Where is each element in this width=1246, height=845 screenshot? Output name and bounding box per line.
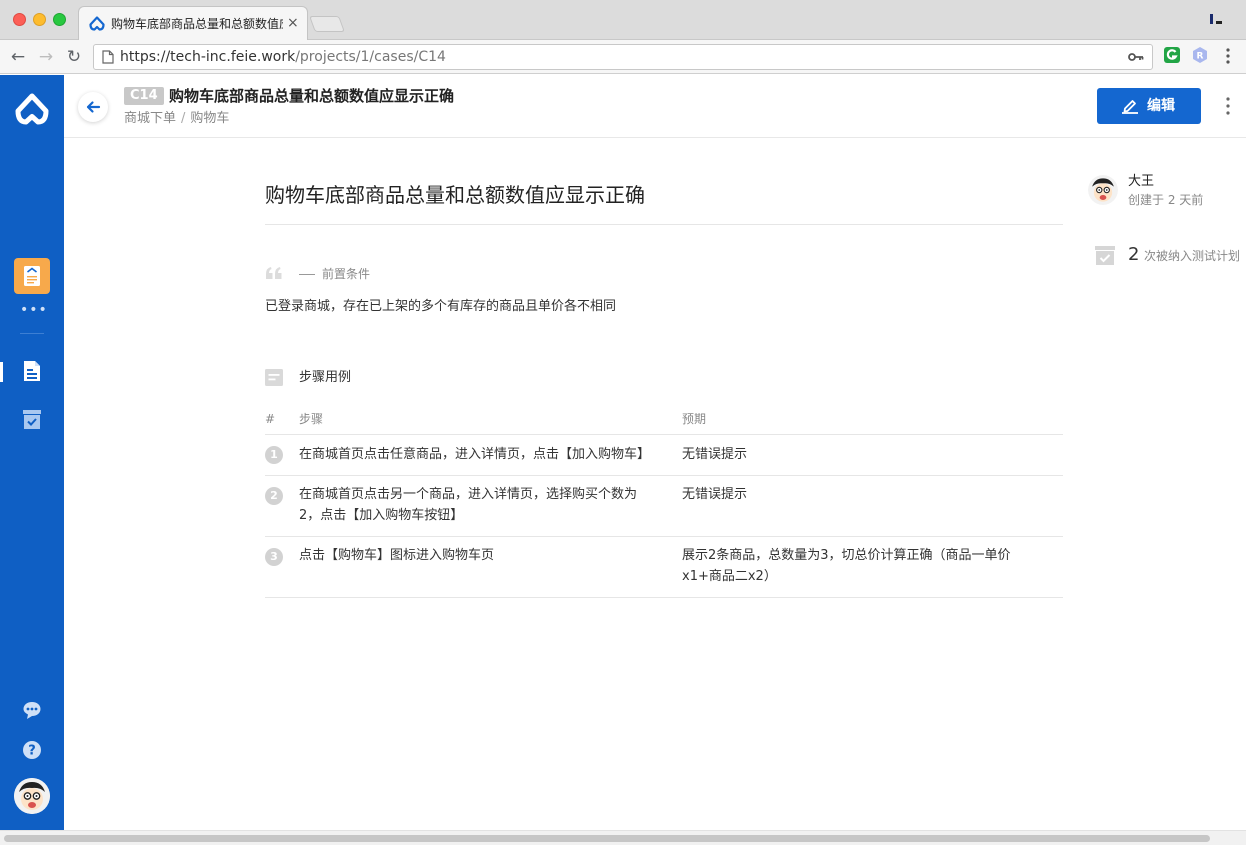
author-name: 大王 — [1128, 174, 1155, 189]
test-plan-icon[interactable] — [22, 408, 42, 430]
extension-r-icon[interactable]: R — [1191, 46, 1209, 64]
edit-button[interactable]: 编辑 — [1097, 88, 1201, 124]
chat-icon[interactable] — [22, 700, 42, 720]
tab-favicon-icon — [89, 16, 105, 31]
author-face-icon — [1088, 175, 1118, 205]
reload-icon[interactable]: ↻ — [64, 47, 84, 67]
breadcrumb-item-module[interactable]: 商城下单 — [124, 111, 176, 126]
horizontal-scrollbar[interactable] — [0, 830, 1246, 845]
breadcrumb-item-submodule[interactable]: 购物车 — [190, 111, 229, 126]
steps-table: # 步骤 预期 1 在商城首页点击任意商品，进入详情页，点击【加入购物车】 无错… — [265, 405, 1063, 598]
scrollbar-thumb[interactable] — [4, 835, 1210, 842]
url-text: https://tech-inc.feie.work/projects/1/ca… — [120, 49, 446, 66]
precondition-dash — [299, 274, 315, 275]
page-icon — [102, 50, 114, 64]
step-number: 2 — [265, 487, 283, 505]
step-expected: 展示2条商品，总数量为3，切总价计算正确（商品一单价x1+商品二x2） — [682, 548, 1011, 584]
table-row: 1 在商城首页点击任意商品，进入详情页，点击【加入购物车】 无错误提示 — [265, 435, 1063, 476]
breadcrumb: 商城下单 / 购物车 — [124, 110, 229, 128]
browser-toolbar: ← → ↻ https://tech-inc.feie.work/project… — [0, 40, 1246, 74]
quote-icon — [266, 267, 282, 279]
steps-table-header: # 步骤 预期 — [265, 405, 1063, 435]
header-num: # — [265, 412, 276, 426]
help-icon[interactable]: ? — [22, 740, 42, 760]
title-divider — [265, 224, 1063, 225]
active-indicator — [0, 362, 3, 382]
header-step: 步骤 — [299, 412, 324, 426]
key-icon[interactable] — [1128, 51, 1144, 63]
test-plan-count-icon — [1095, 246, 1115, 265]
case-header: C14 购物车底部商品总量和总额数值应显示正确 商城下单 / 购物车 编辑 — [64, 75, 1246, 138]
url-path: /projects/1/cases/C14 — [295, 49, 446, 65]
table-row: 2 在商城首页点击另一个商品，进入详情页，选择购买个数为2，点击【加入购物车按钮… — [265, 476, 1063, 537]
step-text: 在商城首页点击另一个商品，进入详情页，选择购买个数为2，点击【加入购物车按钮】 — [299, 487, 638, 523]
case-title: 购物车底部商品总量和总额数值应显示正确 — [265, 183, 645, 207]
steps-label: 步骤用例 — [299, 370, 352, 385]
sidebar-divider — [20, 333, 44, 334]
window-zoom-button[interactable] — [53, 13, 66, 26]
author-avatar — [1088, 175, 1118, 205]
step-number: 3 — [265, 548, 283, 566]
plan-count-label: 次被纳入测试计划 — [1144, 249, 1241, 263]
step-expected: 无错误提示 — [682, 447, 748, 462]
url-host: https://tech-inc.feie.work — [120, 49, 296, 65]
avatar-face-icon — [14, 778, 50, 814]
case-list-icon[interactable] — [22, 360, 42, 382]
step-expected: 无错误提示 — [682, 487, 748, 502]
logo-icon[interactable] — [14, 93, 50, 125]
back-button[interactable] — [78, 92, 108, 122]
profile-indicator-icon — [1210, 14, 1222, 24]
project-icon[interactable] — [14, 258, 50, 294]
tab-title: 购物车底部商品总量和总额数值应显示正确 — [111, 17, 283, 31]
window-minimize-button[interactable] — [33, 13, 46, 26]
step-text: 在商城首页点击任意商品，进入详情页，点击【加入购物车】 — [299, 447, 651, 462]
step-text: 点击【购物车】图标进入购物车页 — [299, 548, 495, 563]
address-bar[interactable]: https://tech-inc.feie.work/projects/1/ca… — [93, 44, 1153, 70]
plan-count: 2 — [1128, 244, 1140, 265]
forward-icon[interactable]: → — [36, 47, 56, 67]
svg-text:R: R — [1197, 52, 1204, 62]
tab-close-icon[interactable]: × — [287, 15, 299, 31]
new-tab-button[interactable] — [309, 16, 345, 32]
window-close-button[interactable] — [13, 13, 26, 26]
created-time: 创建于 2 天前 — [1128, 193, 1204, 207]
user-avatar[interactable] — [14, 778, 50, 814]
step-number: 1 — [265, 446, 283, 464]
browser-tab[interactable]: 购物车底部商品总量和总额数值应显示正确 × — [78, 6, 308, 40]
edit-button-label: 编辑 — [1147, 98, 1175, 114]
breadcrumb-separator: / — [181, 111, 186, 126]
table-row: 3 点击【购物车】图标进入购物车页 展示2条商品，总数量为3，切总价计算正确（商… — [265, 537, 1063, 598]
header-title: 购物车底部商品总量和总额数值应显示正确 — [169, 87, 455, 105]
browser-tabbar: 购物车底部商品总量和总额数值应显示正确 × — [0, 0, 1246, 40]
back-arrow-icon — [86, 101, 101, 113]
svg-text:?: ? — [28, 744, 36, 759]
precondition-label: 前置条件 — [322, 267, 371, 281]
pencil-icon — [1122, 100, 1138, 114]
more-projects-icon[interactable]: ••• — [20, 303, 47, 317]
precondition-text: 已登录商城，存在已上架的多个有库存的商品且单价各不相同 — [265, 299, 617, 314]
browser-menu-icon[interactable] — [1220, 47, 1236, 65]
steps-icon — [265, 369, 283, 386]
extension-grammar-icon[interactable] — [1163, 46, 1181, 64]
header-expected: 预期 — [682, 412, 707, 426]
back-icon[interactable]: ← — [8, 47, 28, 67]
app-sidebar: ••• ? — [0, 75, 64, 830]
case-id-badge: C14 — [124, 87, 164, 105]
more-vertical-icon[interactable] — [1222, 96, 1234, 116]
project-doc-icon — [24, 266, 40, 286]
